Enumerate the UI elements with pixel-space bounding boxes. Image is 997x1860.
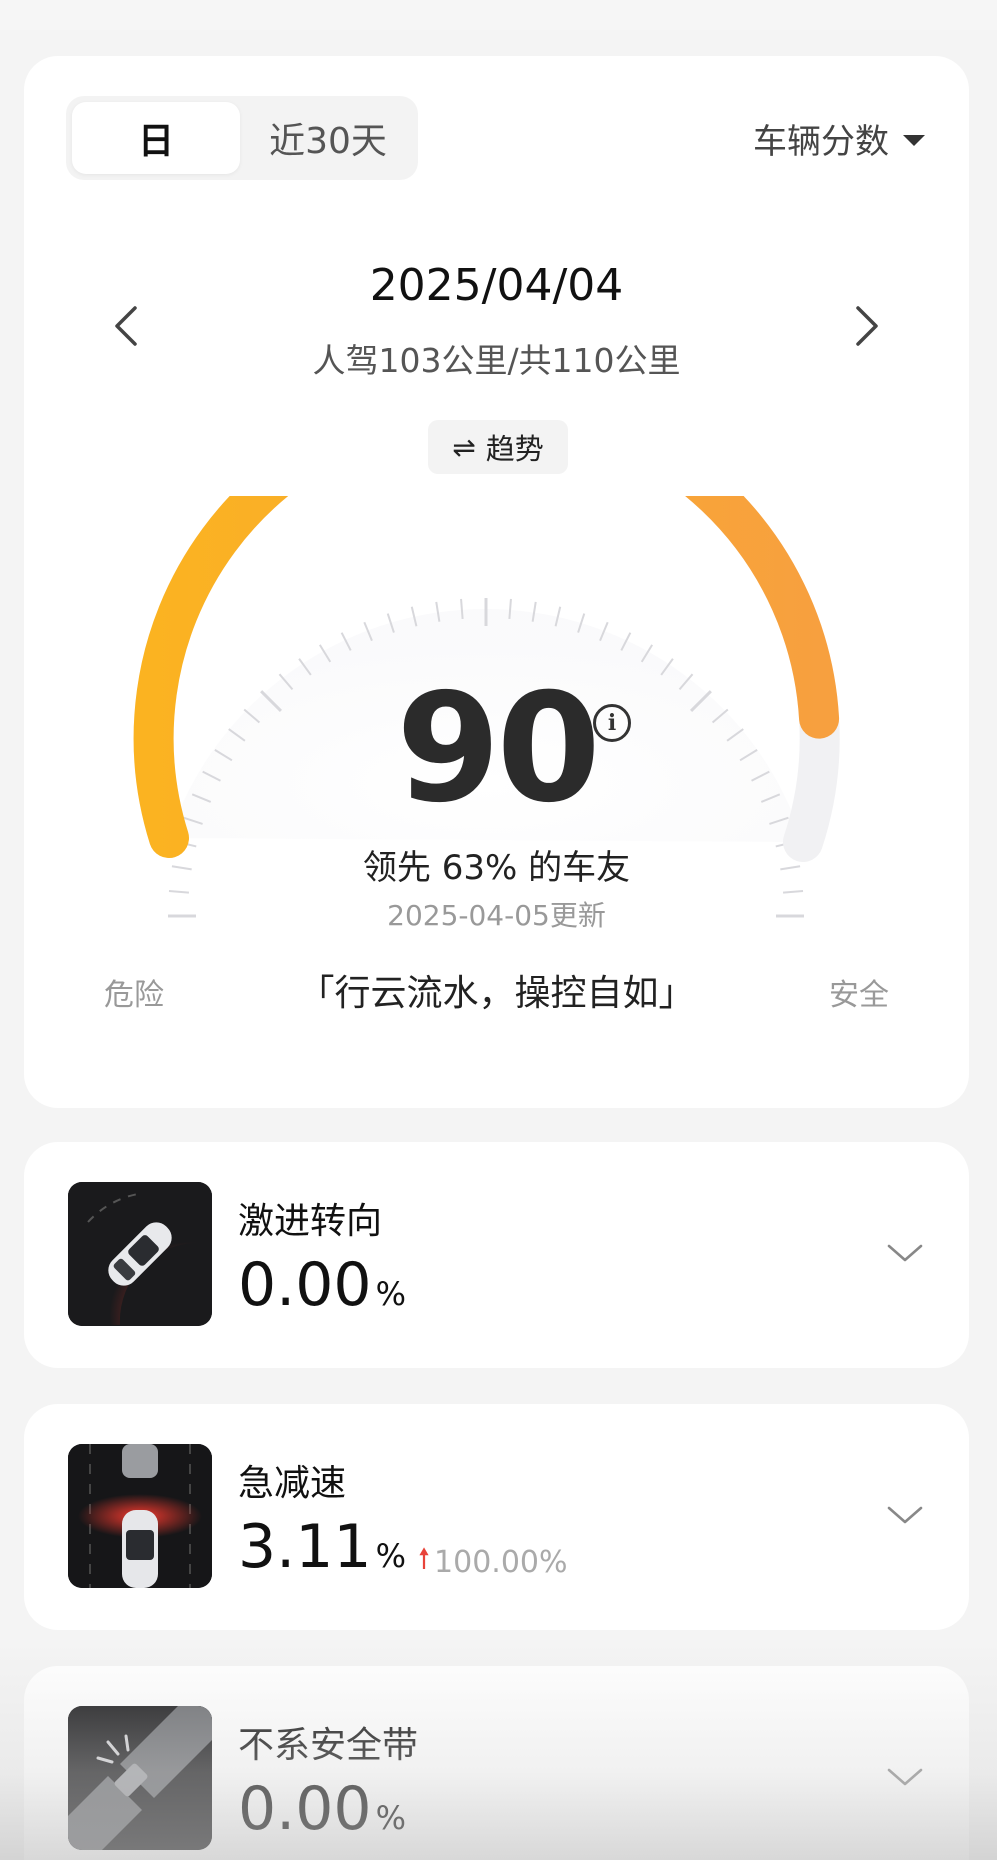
score-slogan: 「行云流水，操控自如」 [298, 973, 695, 1014]
date-title: 2025/04/04 [369, 260, 624, 311]
caret-down-icon [903, 134, 925, 146]
aggressive-steering-icon [68, 1182, 212, 1326]
chevron-down-icon[interactable] [885, 1238, 925, 1268]
seatbelt-icon [68, 1706, 212, 1850]
gauge-tick [783, 890, 804, 894]
metric-value: 3.11% [238, 1512, 406, 1582]
metric-value: 0.00% [238, 1250, 406, 1320]
metric-title: 急减速 [238, 1463, 347, 1504]
metric-unit: % [375, 1537, 406, 1575]
lead-percentile-text: 领先 63% 的车友 [362, 848, 631, 888]
chevron-down-icon[interactable] [885, 1500, 925, 1530]
hard-braking-icon [68, 1444, 212, 1588]
trend-label: 趋势 [485, 432, 544, 466]
metric-card-seatbelt[interactable]: 不系安全带 0.00% [24, 1666, 969, 1860]
metric-number: 0.00 [238, 1774, 372, 1844]
tab-last-30-days[interactable]: 近30天 [244, 102, 412, 174]
metric-title: 不系安全带 [238, 1725, 419, 1766]
score-card: 日 近30天 车辆分数 2025/04/04 人驾103公里/共110公里 ⇌ … [24, 56, 969, 1108]
status-bar [0, 0, 997, 30]
metric-change-value: 100.00% [434, 1544, 568, 1580]
metric-unit: % [375, 1275, 406, 1313]
metric-value: 0.00% [238, 1774, 406, 1844]
metric-card-hard-braking[interactable]: 急减速 3.11% 🠕 100.00% [24, 1404, 969, 1630]
gauge-tick [168, 890, 189, 894]
tab-day[interactable]: 日 [72, 102, 240, 174]
trend-button[interactable]: ⇌ 趋势 [428, 420, 568, 474]
score-value: 90 [396, 662, 601, 836]
info-icon[interactable]: i [593, 704, 631, 742]
trend-icon: ⇌ [452, 430, 476, 464]
chevron-down-icon[interactable] [885, 1762, 925, 1792]
updated-timestamp: 2025-04-05更新 [387, 899, 606, 932]
metric-change: 🠕 100.00% [418, 1538, 568, 1586]
gauge-label-safe: 安全 [829, 978, 889, 1013]
next-day-button[interactable] [843, 294, 891, 358]
metric-number: 0.00 [238, 1250, 372, 1320]
vehicle-score-dropdown[interactable]: 车辆分数 [753, 114, 925, 162]
metric-number: 3.11 [238, 1512, 372, 1582]
metric-card-aggressive-steering[interactable]: 激进转向 0.00% [24, 1142, 969, 1368]
metric-unit: % [375, 1799, 406, 1837]
period-segmented-control: 日 近30天 [66, 96, 418, 180]
arrow-up-icon: 🠕 [418, 1542, 431, 1575]
metric-title: 激进转向 [238, 1201, 383, 1242]
distance-summary: 人驾103公里/共110公里 [312, 341, 681, 380]
vehicle-score-label: 车辆分数 [753, 121, 889, 162]
chevron-right-icon [856, 306, 878, 346]
